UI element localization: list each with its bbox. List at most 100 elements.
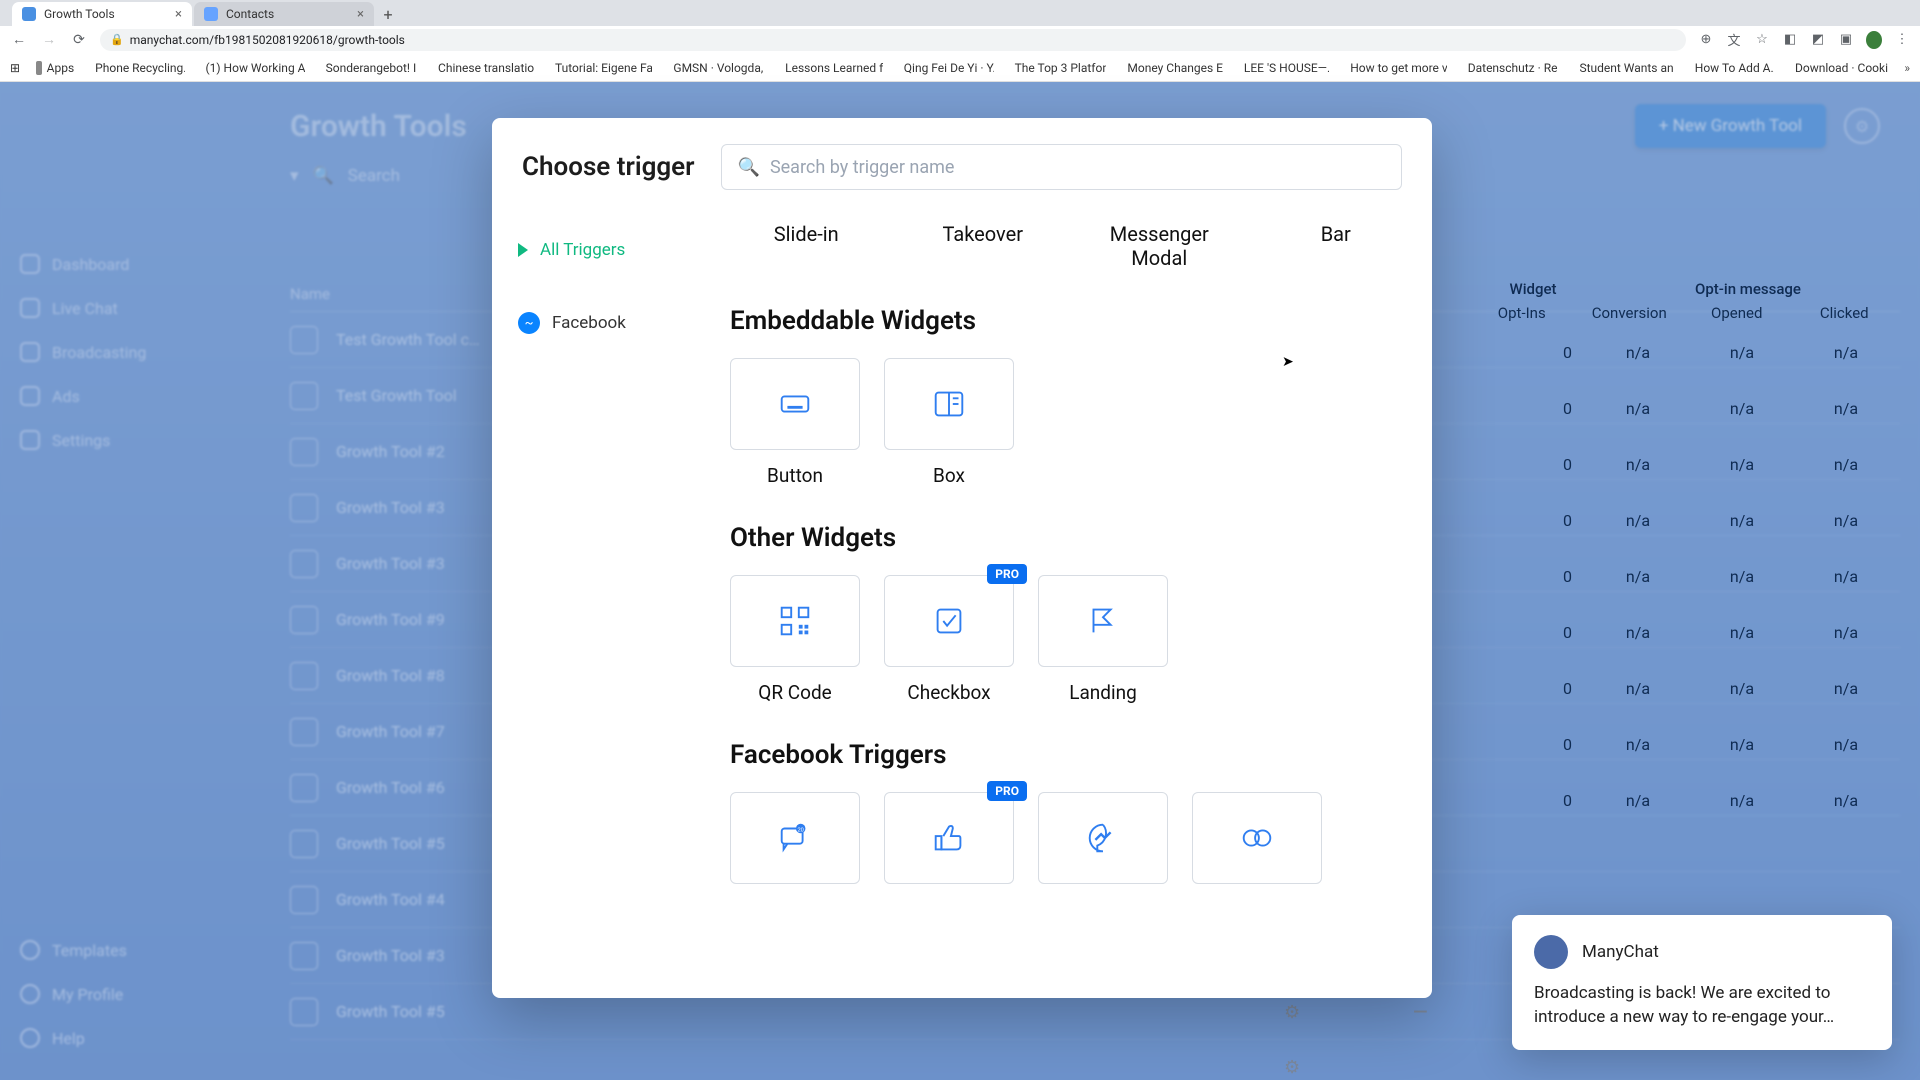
extension-icon[interactable]: ▣ xyxy=(1838,32,1854,47)
card-label: Landing xyxy=(1038,681,1168,704)
overlay-widget-label[interactable]: Slide-in xyxy=(730,220,883,270)
bookmark-label: Sonderangebot! I… xyxy=(326,61,417,75)
stats-subheader: Opt-Ins xyxy=(1468,304,1576,322)
stat-conversion: n/a xyxy=(1586,399,1690,418)
stat-clicked: n/a xyxy=(1794,567,1898,586)
star-icon[interactable]: ☆ xyxy=(1754,32,1770,47)
translate-icon[interactable]: 文 xyxy=(1726,30,1742,49)
extension-icon[interactable]: ◧ xyxy=(1782,32,1798,47)
trigger-card-landing[interactable] xyxy=(1038,575,1168,667)
browser-tab[interactable]: Contacts × xyxy=(194,2,374,26)
row-minus-icon[interactable]: – xyxy=(1412,998,1429,1028)
stat-optins: 0 xyxy=(1468,791,1586,810)
overlay-widget-label[interactable]: Messenger Modal xyxy=(1083,220,1236,270)
stat-opened: n/a xyxy=(1690,735,1794,754)
zoom-icon[interactable]: ⊕ xyxy=(1698,32,1714,47)
bookmark-label: Chinese translatio… xyxy=(438,61,534,75)
card-label: Checkbox xyxy=(884,681,1014,704)
search-input[interactable]: 🔍 Search by trigger name xyxy=(721,144,1402,190)
new-tab-button[interactable]: + xyxy=(376,2,400,26)
stat-clicked: n/a xyxy=(1794,343,1898,362)
browser-tab-active[interactable]: Growth Tools × xyxy=(12,2,192,26)
stat-optins: 0 xyxy=(1468,343,1586,362)
stats-row: 0n/an/an/a xyxy=(1468,380,1898,436)
trigger-card-button[interactable] xyxy=(730,358,860,450)
cursor-icon: ➤ xyxy=(1282,354,1294,370)
bookmark-label: Student Wants an… xyxy=(1579,61,1673,75)
bookmark-item[interactable]: (1) How Working A… xyxy=(201,61,305,75)
close-icon[interactable]: × xyxy=(357,7,364,22)
stats-header-widget: Widget xyxy=(1468,280,1598,298)
bookmark-item[interactable]: How To Add A… xyxy=(1690,61,1774,75)
search-placeholder: Search by trigger name xyxy=(770,157,955,178)
bookmark-item[interactable]: Datenschutz · Re… xyxy=(1463,61,1559,75)
bookmark-item[interactable]: How to get more v… xyxy=(1345,61,1447,75)
stat-conversion: n/a xyxy=(1586,567,1690,586)
stats-row: 0n/an/an/a xyxy=(1468,604,1898,660)
apps-icon[interactable]: ⊞ xyxy=(10,61,20,75)
trigger-card-fb-refurl[interactable] xyxy=(1192,792,1322,884)
stats-subheader: Conversion xyxy=(1576,304,1684,322)
overlay-widget-label[interactable]: Bar xyxy=(1260,220,1413,270)
profile-avatar-icon[interactable] xyxy=(1866,31,1882,49)
stats-header-optin: Opt-in message xyxy=(1598,280,1898,298)
notification-toast[interactable]: ManyChat Broadcasting is back! We are ex… xyxy=(1512,915,1892,1050)
stat-conversion: n/a xyxy=(1586,455,1690,474)
bookmark-item[interactable]: The Top 3 Platfor… xyxy=(1010,61,1107,75)
sidebar-item-facebook[interactable]: ~ Facebook xyxy=(504,298,710,348)
stat-optins: 0 xyxy=(1468,511,1586,530)
bookmark-item[interactable]: Student Wants an… xyxy=(1574,61,1673,75)
stats-subheader: Opened xyxy=(1683,304,1791,322)
trigger-card-checkbox[interactable]: PRO xyxy=(884,575,1014,667)
row-gear-icon[interactable]: ⚙ xyxy=(1284,1002,1300,1023)
bookmarks-overflow-icon[interactable]: » xyxy=(1904,61,1910,75)
bookmark-item[interactable]: LEE 'S HOUSE—… xyxy=(1239,61,1329,75)
bookmark-label: Phone Recycling… xyxy=(95,61,184,75)
overlay-widget-label[interactable]: Takeover xyxy=(907,220,1060,270)
stat-opened: n/a xyxy=(1690,399,1794,418)
forward-icon[interactable]: → xyxy=(40,31,58,48)
card-label: QR Code xyxy=(730,681,860,704)
sidebar-item-all-triggers[interactable]: All Triggers xyxy=(504,226,710,274)
stat-conversion: n/a xyxy=(1586,511,1690,530)
toolbar-icons: ⊕ 文 ☆ ◧ ◩ ▣ ⋮ xyxy=(1698,30,1910,49)
bookmark-item[interactable]: Tutorial: Eigene Fa… xyxy=(550,61,652,75)
lock-icon: 🔒 xyxy=(110,33,124,46)
trigger-card-fb-like[interactable]: PRO xyxy=(884,792,1014,884)
stats-row: 0n/an/an/a xyxy=(1468,436,1898,492)
trigger-card-fb-comments[interactable]: 20 xyxy=(730,792,860,884)
stat-conversion: n/a xyxy=(1586,791,1690,810)
row-gear-icon[interactable]: ⚙ xyxy=(1284,1057,1300,1078)
trigger-card-fb-messenger[interactable] xyxy=(1038,792,1168,884)
tab-title: Growth Tools xyxy=(44,7,115,21)
sidebar-item-label: All Triggers xyxy=(540,240,625,260)
bookmark-item[interactable]: Money Changes E… xyxy=(1122,61,1222,75)
bookmark-item[interactable]: Download · Cooki… xyxy=(1790,61,1888,75)
bookmark-item[interactable]: Chinese translatio… xyxy=(433,61,534,75)
bookmark-item[interactable]: Apps xyxy=(36,61,74,75)
stat-opened: n/a xyxy=(1690,791,1794,810)
stat-opened: n/a xyxy=(1690,511,1794,530)
stat-conversion: n/a xyxy=(1586,343,1690,362)
bookmark-item[interactable]: Phone Recycling… xyxy=(90,61,184,75)
trigger-card-box[interactable] xyxy=(884,358,1014,450)
messenger-icon: ~ xyxy=(518,312,540,334)
stat-conversion: n/a xyxy=(1586,623,1690,642)
stat-optins: 0 xyxy=(1468,399,1586,418)
url-text: manychat.com/fb198150208192061­8/growth-… xyxy=(130,33,405,47)
bookmark-item[interactable]: GMSN · Vologda,… xyxy=(668,61,764,75)
trigger-card-qrcode[interactable] xyxy=(730,575,860,667)
stat-optins: 0 xyxy=(1468,623,1586,642)
modal-title: Choose trigger xyxy=(522,152,695,182)
extension-icon[interactable]: ◩ xyxy=(1810,32,1826,47)
bookmark-label: GMSN · Vologda,… xyxy=(673,61,764,75)
bookmark-item[interactable]: Lessons Learned f… xyxy=(780,61,883,75)
bookmark-item[interactable]: Qing Fei De Yi · Y… xyxy=(899,61,994,75)
bookmark-item[interactable]: Sonderangebot! I… xyxy=(321,61,417,75)
bookmarks-bar: ⊞ Apps Phone Recycling… (1) How Working A…… xyxy=(0,54,1920,82)
address-bar[interactable]: 🔒 manychat.com/fb198150208192061­8/growt… xyxy=(100,29,1686,51)
back-icon[interactable]: ← xyxy=(10,31,28,48)
reload-icon[interactable]: ⟳ xyxy=(70,32,88,48)
close-icon[interactable]: × xyxy=(175,7,182,22)
menu-icon[interactable]: ⋮ xyxy=(1894,32,1910,47)
